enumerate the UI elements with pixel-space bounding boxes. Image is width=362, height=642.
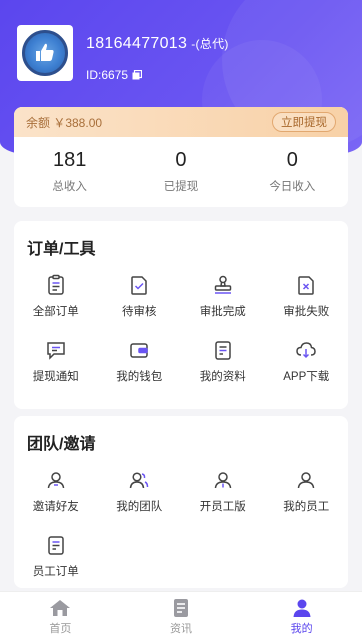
tab-label: 资讯 xyxy=(170,623,192,635)
stat-label: 今日收入 xyxy=(269,181,316,193)
balance-bar: 余额 ￥388.00 立即提现 xyxy=(14,107,348,137)
grid-item-approved[interactable]: 审批完成 xyxy=(181,267,265,332)
team-grid: 邀请好友 我的团队 开员工版 我的员工 员工订单 xyxy=(14,454,348,592)
user-outline-icon xyxy=(295,468,317,492)
balance-amount: 余额 ￥388.00 xyxy=(26,115,103,130)
profile-document-icon xyxy=(212,338,234,362)
grid-item-label: 审批完成 xyxy=(199,306,246,318)
grid-item-label: 待审核 xyxy=(122,306,157,318)
user-id-text: ID:6675 xyxy=(86,68,129,82)
stat-withdrawn: 0 已提现 xyxy=(125,137,236,207)
thumbs-up-icon xyxy=(36,43,54,61)
grid-item-app-download[interactable]: APP下载 xyxy=(265,332,349,397)
grid-item-label: 提现通知 xyxy=(32,371,79,383)
grid-item-label: 审批失败 xyxy=(283,306,330,318)
stat-today-income: 0 今日收入 xyxy=(237,137,348,207)
cloud-download-icon xyxy=(295,338,317,362)
grid-item-withdraw-notice[interactable]: 提现通知 xyxy=(14,332,98,397)
reject-document-icon xyxy=(295,273,317,297)
tab-home[interactable]: 首页 xyxy=(0,592,121,642)
stat-total-income: 181 总收入 xyxy=(14,137,125,207)
grid-item-wallet[interactable]: 我的钱包 xyxy=(98,332,182,397)
copy-icon[interactable] xyxy=(132,70,143,80)
news-icon xyxy=(174,599,188,617)
home-icon xyxy=(50,600,71,616)
grid-item-label: 我的团队 xyxy=(116,501,163,513)
stat-value: 0 xyxy=(286,149,298,171)
wallet-icon xyxy=(128,338,150,362)
stat-value: 181 xyxy=(52,149,87,171)
balance-card: 余额 ￥388.00 立即提现 181 总收入 0 已提现 0 今日收入 xyxy=(14,107,348,207)
grid-item-label: 我的员工 xyxy=(283,501,330,513)
tab-label: 首页 xyxy=(49,623,72,635)
tab-label: 我的 xyxy=(290,623,313,635)
grid-item-rejected[interactable]: 审批失败 xyxy=(265,267,349,332)
user-phone: 18164477013 -(总代) xyxy=(86,35,229,53)
user-role: -(总代) xyxy=(191,37,229,51)
section-title: 订单/工具 xyxy=(27,241,96,258)
grid-item-label: 开员工版 xyxy=(199,501,246,513)
grid-item-my-profile[interactable]: 我的资料 xyxy=(181,332,265,397)
stats-row: 181 总收入 0 已提现 0 今日收入 xyxy=(14,137,348,207)
user-plus-icon xyxy=(212,468,234,492)
grid-item-pending-review[interactable]: 待审核 xyxy=(98,267,182,332)
stat-label: 已提现 xyxy=(163,181,199,193)
tab-news[interactable]: 资讯 xyxy=(121,592,242,642)
grid-item-all-orders[interactable]: 全部订单 xyxy=(14,267,98,332)
grid-item-open-staff[interactable]: 开员工版 xyxy=(181,462,265,527)
grid-item-my-team[interactable]: 我的团队 xyxy=(98,462,182,527)
user-id: ID:6675 xyxy=(86,68,143,82)
orders-grid: 全部订单 待审核 审批完成 审批失败 提现通知 我的钱包 我的资料 APP下载 xyxy=(14,259,348,397)
grid-item-label: 全部订单 xyxy=(32,306,79,318)
bottom-tab-bar: 首页 资讯 我的 xyxy=(0,591,362,642)
withdraw-button[interactable]: 立即提现 xyxy=(272,112,336,132)
message-icon xyxy=(45,338,67,362)
section-title: 团队/邀请 xyxy=(27,436,96,453)
person-icon xyxy=(293,599,311,617)
phone-number: 18164477013 xyxy=(86,35,188,52)
team-invite-section: 团队/邀请 邀请好友 我的团队 开员工版 我的员工 员工订单 xyxy=(14,416,348,588)
stat-value: 0 xyxy=(175,149,187,171)
avatar[interactable] xyxy=(17,25,73,81)
orders-tools-section: 订单/工具 全部订单 待审核 审批完成 审批失败 提现通知 我的钱包 我的资料 … xyxy=(14,221,348,409)
grid-item-label: 邀请好友 xyxy=(32,501,79,513)
grid-item-label: 员工订单 xyxy=(32,566,79,578)
grid-item-label: APP下载 xyxy=(283,371,330,383)
grid-item-staff-orders[interactable]: 员工订单 xyxy=(14,527,98,592)
staff-order-icon xyxy=(45,533,67,557)
grid-item-invite-friends[interactable]: 邀请好友 xyxy=(14,462,98,527)
check-document-icon xyxy=(128,273,150,297)
clipboard-list-icon xyxy=(45,273,67,297)
avatar-image xyxy=(22,30,68,76)
stamp-icon xyxy=(212,273,234,297)
grid-item-label: 我的资料 xyxy=(199,371,246,383)
tab-mine[interactable]: 我的 xyxy=(241,592,362,642)
grid-item-my-staff[interactable]: 我的员工 xyxy=(265,462,349,527)
user-icon xyxy=(45,468,67,492)
stat-label: 总收入 xyxy=(52,181,87,193)
grid-item-label: 我的钱包 xyxy=(116,371,163,383)
team-icon xyxy=(128,468,150,492)
